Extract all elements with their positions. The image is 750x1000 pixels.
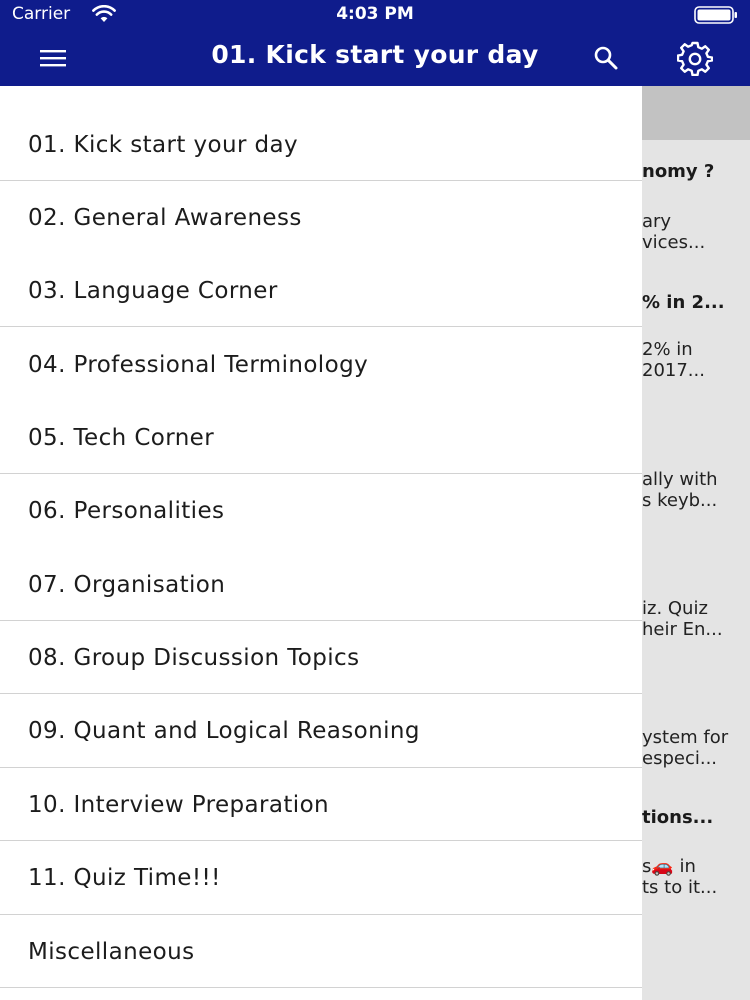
drawer-item-label: 10. Interview Preparation [28,791,330,818]
drawer-item-label: 05. Tech Corner [28,424,215,451]
drawer-item-label: Miscellaneous [28,938,195,965]
drawer-item-label: 08. Group Discussion Topics [28,644,360,671]
navigation-bar: 01. Kick start your day [0,30,750,86]
feed-snippet: 2% in [642,339,693,360]
top-bar: Carrier 4:03 PM 01. Kick start your day [0,0,750,86]
drawer-item-interview-preparation[interactable]: 10. Interview Preparation [0,768,642,841]
feed-snippet: ystem for [642,727,729,748]
divider [0,987,642,988]
feed-snippet: s keyb... [642,490,718,511]
feed-snippet: % in 2... [642,292,725,313]
drawer-item-general-awareness[interactable]: 02. General Awareness [0,181,642,254]
feed-snippet: ts to it... [642,877,718,898]
feed-snippet: s🚗 in [642,856,696,877]
feed-snippet: ally with [642,469,718,490]
drawer-item-miscellaneous[interactable]: Miscellaneous [0,915,642,988]
drawer-item-professional-terminology[interactable]: 04. Professional Terminology [0,328,642,401]
drawer-item-personalities[interactable]: 06. Personalities [0,474,642,547]
feed-snippet: heir En... [642,619,723,640]
drawer-item-label: 11. Quiz Time!!! [28,864,221,891]
feed-snippet: vices... [642,232,706,253]
drawer-item-label: 07. Organisation [28,571,226,598]
status-time: 4:03 PM [336,4,414,24]
drawer-item-label: 03. Language Corner [28,277,278,304]
drawer-item-organisation[interactable]: 07. Organisation [0,548,642,621]
feed-snippet: 2017... [642,360,705,381]
page-title: 01. Kick start your day [211,40,539,69]
feed-snippet: especi... [642,748,718,769]
drawer-item-label: 02. General Awareness [28,204,302,231]
drawer-item-kick-start-your-day[interactable]: 01. Kick start your day [0,108,642,181]
feed-snippet: ary [642,211,672,232]
drawer-item-label: 09. Quant and Logical Reasoning [28,717,420,744]
gear-icon[interactable] [677,40,713,76]
side-drawer: 01. Kick start your day 02. General Awar… [0,86,642,1000]
search-icon[interactable] [592,44,620,72]
drawer-item-group-discussion-topics[interactable]: 08. Group Discussion Topics [0,621,642,694]
drawer-item-quant-and-logical-reasoning[interactable]: 09. Quant and Logical Reasoning [0,694,642,767]
drawer-item-label: 04. Professional Terminology [28,351,369,378]
drawer-item-label: 01. Kick start your day [28,131,299,158]
feed-snippet: iz. Quiz [642,598,708,619]
drawer-item-language-corner[interactable]: 03. Language Corner [0,254,642,327]
feed-snippet: nomy ? [642,161,715,182]
status-bar: Carrier 4:03 PM [0,0,750,30]
feed-snippet: tions... [642,807,714,828]
drawer-item-tech-corner[interactable]: 05. Tech Corner [0,401,642,474]
drawer-item-label: 06. Personalities [28,497,225,524]
drawer-item-quiz-time[interactable]: 11. Quiz Time!!! [0,841,642,914]
battery-icon [694,6,737,24]
divider [0,326,642,327]
